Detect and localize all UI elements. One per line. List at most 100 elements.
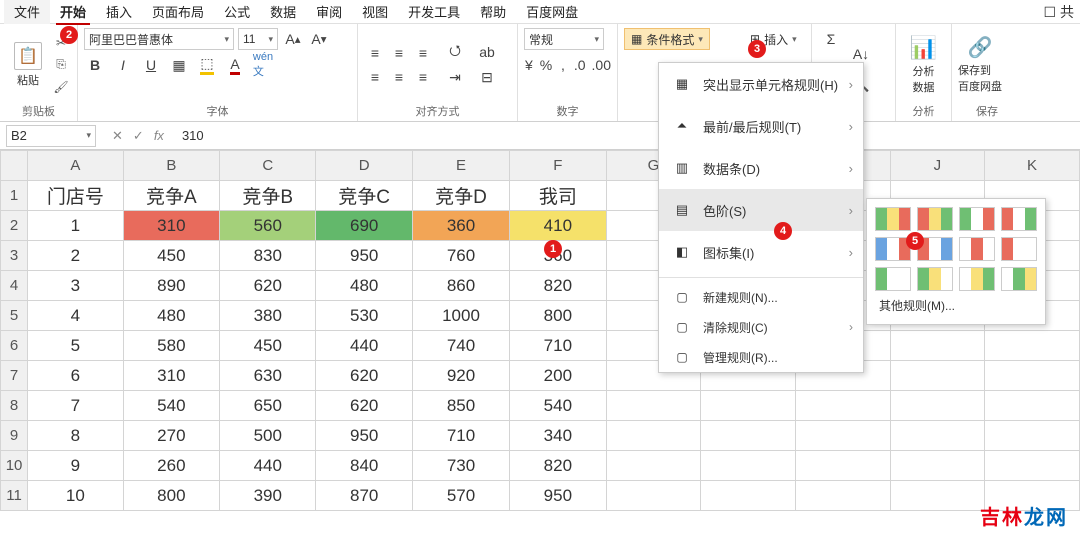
cell[interactable] (701, 421, 796, 451)
menu-item-extra[interactable]: ▢管理规则(R)... (659, 342, 863, 372)
cell[interactable]: 440 (316, 331, 412, 361)
cell[interactable]: 850 (412, 391, 509, 421)
menu-item-bars[interactable]: ▥数据条(D)› (659, 147, 863, 189)
cell[interactable] (606, 451, 701, 481)
cell[interactable]: 630 (220, 361, 316, 391)
cell[interactable]: 竞争B (220, 181, 316, 211)
row-header-3[interactable]: 3 (1, 241, 28, 271)
decrease-font-icon[interactable]: A▾ (308, 28, 330, 50)
formula-input[interactable]: 310 (174, 128, 1080, 143)
font-size-select[interactable]: 11▾ (238, 28, 278, 50)
cell[interactable]: 710 (412, 421, 509, 451)
row-header-1[interactable]: 1 (1, 181, 28, 211)
color-scale-option-2[interactable] (959, 207, 995, 231)
copy-icon[interactable]: ⎘ (52, 56, 70, 74)
align-bottom-icon[interactable]: ≡ (412, 42, 434, 64)
tab-1[interactable]: 开始 (50, 0, 96, 24)
cell[interactable]: 560 (220, 211, 316, 241)
cell[interactable]: 800 (123, 481, 219, 511)
cell[interactable]: 650 (220, 391, 316, 421)
menu-item-top[interactable]: ⏶最前/最后规则(T)› (659, 105, 863, 147)
currency-icon[interactable]: ¥ (524, 54, 534, 76)
cell[interactable] (701, 481, 796, 511)
col-header-D[interactable]: D (316, 151, 412, 181)
tab-3[interactable]: 页面布局 (142, 0, 214, 24)
cell[interactable]: 620 (220, 271, 316, 301)
confirm-icon[interactable]: ✓ (133, 128, 144, 144)
cell[interactable]: 竞争A (123, 181, 219, 211)
cell[interactable]: 310 (123, 211, 219, 241)
align-left-icon[interactable]: ≡ (364, 66, 386, 88)
tab-9[interactable]: 帮助 (470, 0, 516, 24)
row-header-9[interactable]: 9 (1, 421, 28, 451)
cell[interactable] (796, 421, 890, 451)
cell[interactable]: 530 (316, 301, 412, 331)
cell[interactable]: 360 (412, 211, 509, 241)
cell[interactable]: 310 (123, 361, 219, 391)
bold-button[interactable]: B (84, 54, 106, 76)
color-scale-option-9[interactable] (917, 267, 953, 291)
align-middle-icon[interactable]: ≡ (388, 42, 410, 64)
cell[interactable]: 门店号 (28, 181, 124, 211)
tab-5[interactable]: 数据 (260, 0, 306, 24)
tab-6[interactable]: 审阅 (306, 0, 352, 24)
cell[interactable]: 10 (28, 481, 124, 511)
cell[interactable]: 540 (510, 391, 606, 421)
paste-button[interactable]: 📋 粘贴 (6, 34, 50, 96)
tab-2[interactable]: 插入 (96, 0, 142, 24)
font-name-select[interactable]: 阿里巴巴普惠体▾ (84, 28, 234, 50)
cell[interactable]: 6 (28, 361, 124, 391)
cell[interactable] (606, 391, 701, 421)
cell[interactable]: 1000 (412, 301, 509, 331)
cell[interactable]: 4 (28, 301, 124, 331)
cell[interactable] (890, 361, 985, 391)
col-header-A[interactable]: A (28, 151, 124, 181)
cell[interactable]: 820 (510, 271, 606, 301)
cell[interactable] (890, 331, 985, 361)
cell[interactable]: 690 (316, 211, 412, 241)
color-scale-option-11[interactable] (1001, 267, 1037, 291)
cell[interactable] (796, 451, 890, 481)
cell[interactable]: 740 (412, 331, 509, 361)
conditional-format-button[interactable]: ▦ 条件格式▾ (624, 28, 710, 50)
underline-button[interactable]: U (140, 54, 162, 76)
cell[interactable] (606, 481, 701, 511)
phonetic-button[interactable]: wén文 (252, 54, 274, 76)
cell[interactable]: 950 (316, 421, 412, 451)
analyze-data-button[interactable]: 📊 分析 数据 (902, 34, 945, 96)
color-scale-option-6[interactable] (959, 237, 995, 261)
tab-10[interactable]: 百度网盘 (516, 0, 588, 24)
cell[interactable]: 540 (123, 391, 219, 421)
format-painter-icon[interactable]: 🖌 (52, 78, 70, 96)
number-format-select[interactable]: 常规▾ (524, 28, 604, 50)
row-header-10[interactable]: 10 (1, 451, 28, 481)
share-button[interactable]: ☐ 共 (1043, 2, 1074, 22)
cell[interactable]: 710 (510, 331, 606, 361)
cell[interactable] (890, 451, 985, 481)
col-header-F[interactable]: F (510, 151, 606, 181)
tab-4[interactable]: 公式 (214, 0, 260, 24)
cell[interactable] (985, 361, 1080, 391)
align-center-icon[interactable]: ≡ (388, 66, 410, 88)
wrap-text-icon[interactable]: ab (476, 41, 498, 63)
cell[interactable]: 860 (412, 271, 509, 301)
cell[interactable]: 950 (510, 481, 606, 511)
menu-item-scales[interactable]: ▤色阶(S)› (659, 189, 863, 231)
other-rules-item[interactable]: 其他规则(M)... (875, 291, 1037, 316)
col-header-C[interactable]: C (220, 151, 316, 181)
cell[interactable]: 480 (316, 271, 412, 301)
col-header-E[interactable]: E (412, 151, 509, 181)
autosum-icon[interactable]: Σ (820, 28, 842, 50)
cell[interactable]: 830 (220, 241, 316, 271)
cell[interactable]: 500 (220, 421, 316, 451)
menu-item-highlight[interactable]: ▦突出显示单元格规则(H)› (659, 63, 863, 105)
border-button[interactable]: ▦ (168, 54, 190, 76)
col-header-B[interactable]: B (123, 151, 219, 181)
row-header-6[interactable]: 6 (1, 331, 28, 361)
menu-item-icons[interactable]: ◧图标集(I)› (659, 231, 863, 273)
color-scale-option-0[interactable] (875, 207, 911, 231)
font-color-button[interactable]: A (224, 54, 246, 76)
cell[interactable]: 380 (220, 301, 316, 331)
cell[interactable]: 5 (28, 331, 124, 361)
cell[interactable] (890, 391, 985, 421)
